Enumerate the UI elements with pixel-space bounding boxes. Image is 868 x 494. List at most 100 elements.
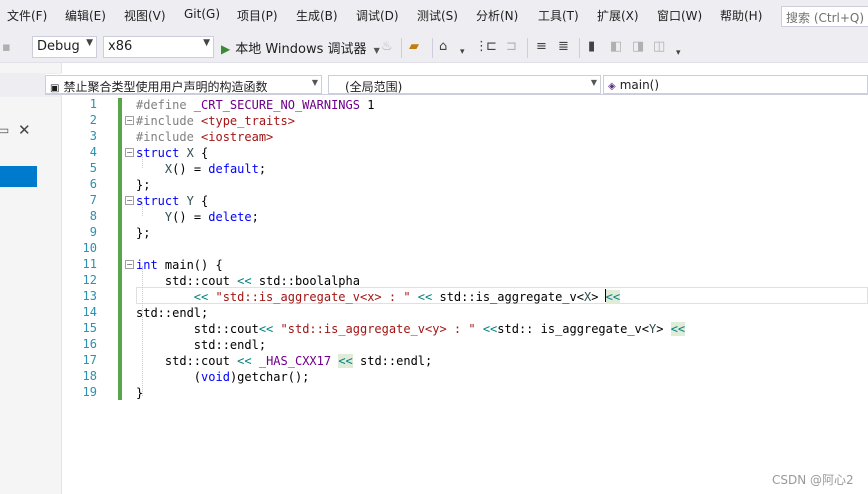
code-token: std::endl; — [136, 338, 267, 352]
comment-out-icon[interactable]: ≡ — [536, 39, 547, 55]
line-number: 18 — [82, 369, 97, 383]
line-number: 3 — [89, 129, 97, 143]
line-number: 7 — [89, 193, 97, 207]
code-token: X — [186, 146, 194, 160]
menu-view[interactable]: 视图(V) — [124, 7, 166, 24]
platform-dropdown[interactable]: x86 ▼ — [103, 36, 214, 58]
configuration-dropdown[interactable]: Debug ▼ — [32, 36, 97, 58]
code-line: std::endl; — [136, 305, 208, 321]
code-token: default — [208, 162, 259, 176]
menu-file[interactable]: 文件(F) — [7, 7, 47, 24]
menu-help[interactable]: 帮助(H) — [720, 7, 762, 24]
code-token: << — [482, 322, 498, 336]
member-scope-dropdown[interactable]: ◈ main() — [603, 75, 868, 94]
code-token: struct — [136, 194, 180, 208]
code-token: <iostream> — [201, 130, 274, 144]
menu-window[interactable]: 窗口(W) — [657, 7, 702, 24]
code-token: std::boolalpha — [251, 274, 360, 288]
code-token: std::is_aggregate_v< — [432, 290, 584, 304]
navigation-bar: ▣ 禁止聚合类型使用用户声明的构造函数 ▼ (全局范围) ▼ ◈ main() — [45, 74, 868, 95]
project-scope-dropdown[interactable]: ▣ 禁止聚合类型使用用户声明的构造函数 ▼ — [45, 75, 322, 94]
code-line: std::endl; — [136, 337, 266, 353]
configuration-value: Debug — [37, 39, 80, 54]
code-token: void — [201, 370, 230, 384]
menu-edit[interactable]: 编辑(E) — [65, 7, 106, 24]
code-line: (void)getchar(); — [136, 369, 310, 385]
line-number: 8 — [89, 209, 97, 223]
fold-toggle-icon[interactable]: − — [125, 260, 134, 269]
fold-toggle-icon[interactable]: − — [125, 148, 134, 157]
menu-git[interactable]: Git(G) — [184, 7, 220, 21]
code-line: std::cout << _HAS_CXX17 << std::endl; — [136, 353, 432, 369]
uncomment-icon[interactable]: ≣ — [558, 39, 569, 55]
platform-value: x86 — [108, 39, 133, 54]
clear-bookmarks-icon[interactable]: ◫ — [653, 39, 665, 55]
code-line: } — [136, 385, 143, 401]
menu-project[interactable]: 项目(P) — [237, 7, 278, 24]
open-folder-icon[interactable]: ▰ — [409, 39, 419, 55]
line-number: 15 — [82, 321, 97, 335]
code-line: #include <type_traits> — [136, 113, 295, 129]
menu-debug[interactable]: 调试(D) — [356, 7, 399, 24]
browse-icon[interactable]: ⌂ — [439, 39, 447, 55]
step-icon[interactable]: ⊏ — [486, 39, 497, 55]
watermark: CSDN @阿心2 — [772, 473, 854, 487]
chevron-down-icon[interactable]: ▾ — [460, 44, 465, 60]
fold-toggle-icon[interactable]: − — [125, 116, 134, 125]
code-line: }; — [136, 225, 150, 241]
code-line: std::cout << std::boolalpha — [136, 273, 360, 289]
code-editor[interactable]: 1 #define _CRT_SECURE_NO_WARNINGS 1 2− #inc… — [62, 96, 868, 494]
line-number: 5 — [89, 161, 97, 175]
code-token: struct — [136, 146, 180, 160]
bookmark-icon[interactable]: ▮ — [588, 39, 595, 55]
code-token: () = — [172, 162, 209, 176]
code-token: Y — [186, 194, 194, 208]
pin-icon[interactable]: ▭ — [0, 123, 9, 137]
line-number: 19 — [82, 385, 97, 399]
code-token: 1 — [359, 98, 375, 112]
menu-tools[interactable]: 工具(T) — [538, 7, 579, 24]
line-number: 2 — [89, 113, 97, 127]
menu-test[interactable]: 测试(S) — [417, 7, 458, 24]
method-icon: ◈ — [608, 81, 616, 92]
run-label: 本地 Windows 调试器 — [235, 42, 367, 57]
code-token: { — [193, 146, 209, 160]
type-scope-label: (全局范围) — [345, 80, 403, 94]
fold-toggle-icon[interactable]: − — [125, 196, 134, 205]
chevron-down-icon: ▼ — [590, 78, 597, 87]
toolbar-overflow-icon[interactable]: ▪ — [2, 40, 11, 56]
code-token: )getchar(); — [229, 370, 310, 384]
code-token: delete — [208, 210, 252, 224]
code-token: int — [136, 258, 158, 272]
menu-analyze[interactable]: 分析(N) — [476, 7, 518, 24]
line-number: 1 — [89, 97, 97, 111]
menu-build[interactable]: 生成(B) — [296, 7, 338, 24]
code-line: Y() = delete; — [136, 209, 259, 225]
code-token: }; — [136, 178, 151, 192]
code-token: main() { — [157, 258, 223, 272]
type-scope-dropdown[interactable]: (全局范围) ▼ — [328, 75, 601, 94]
search-input[interactable]: 搜索 (Ctrl+Q) — [781, 6, 868, 27]
code-token: #include — [136, 114, 202, 128]
code-token: std::endl; — [352, 354, 433, 368]
hot-reload-icon[interactable]: ♨ — [381, 39, 393, 55]
next-bookmark-icon[interactable]: ◨ — [632, 39, 644, 55]
code-token: <type_traits> — [201, 114, 295, 128]
step-disabled-icon[interactable]: ⊐ — [506, 39, 517, 55]
menu-bar: 文件(F) 编辑(E) 视图(V) Git(G) 项目(P) 生成(B) 调试(… — [0, 0, 868, 32]
selected-tree-item[interactable] — [0, 166, 37, 187]
menu-extensions[interactable]: 扩展(X) — [597, 7, 639, 24]
toolbar-separator — [432, 38, 433, 58]
line-number: 14 — [82, 305, 97, 319]
toolbar-options-icon[interactable]: ▾ — [676, 45, 681, 61]
code-token: << — [417, 290, 433, 304]
code-line: << "std::is_aggregate_v<x> : " << std::i… — [136, 289, 621, 305]
code-token: }; — [136, 226, 151, 240]
start-debugging-button[interactable]: ▶ 本地 Windows 调试器 ▼ — [221, 38, 380, 58]
project-icon: ▣ — [50, 83, 60, 94]
prev-bookmark-icon[interactable]: ◧ — [610, 39, 622, 55]
close-icon[interactable]: ✕ — [18, 121, 31, 139]
